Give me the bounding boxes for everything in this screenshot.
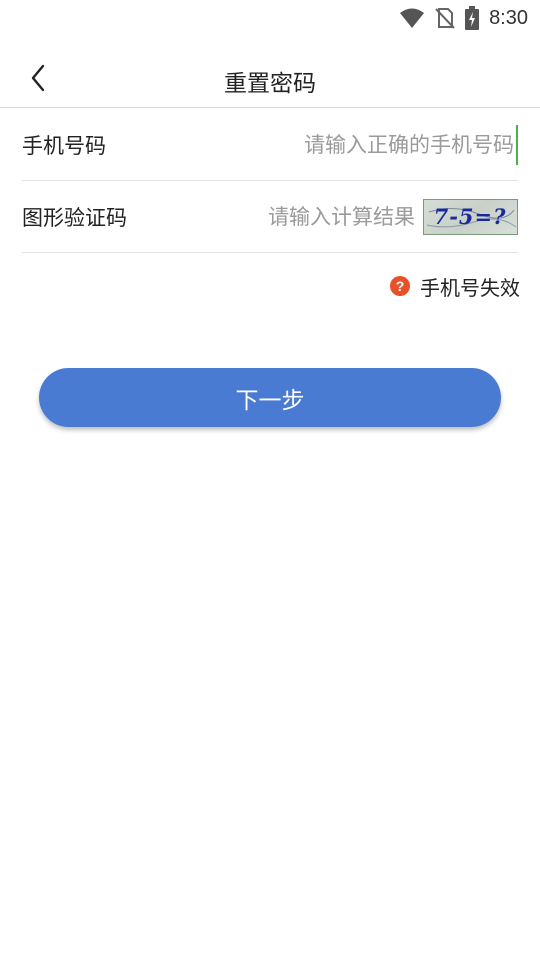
captcha-text: 7-5=? [434,204,507,229]
page-title: 重置密码 [224,71,316,97]
wifi-icon [399,7,425,29]
phone-invalid-help-link[interactable]: ? 手机号失效 [390,272,520,300]
status-time: 8:30 [489,6,528,29]
phone-row: 手机号码 [22,109,518,181]
captcha-image[interactable]: 7-5=? [423,198,518,235]
captcha-row: 图形验证码 7-5=? [22,181,518,253]
question-circle-icon: ? [390,276,410,296]
reset-password-screen: 8:30 重置密码 手机号码 图形验证码 7-5=? ? [0,0,540,960]
no-sim-icon [435,7,455,29]
status-bar: 8:30 [0,0,540,36]
next-button[interactable]: 下一步 [39,368,501,427]
captcha-label: 图形验证码 [22,205,127,230]
battery-charging-icon [465,6,480,30]
captcha-input[interactable] [127,196,415,237]
phone-label: 手机号码 [22,133,106,158]
header: 重置密码 [0,48,540,108]
help-text: 手机号失效 [420,275,520,300]
phone-input[interactable] [106,124,518,165]
